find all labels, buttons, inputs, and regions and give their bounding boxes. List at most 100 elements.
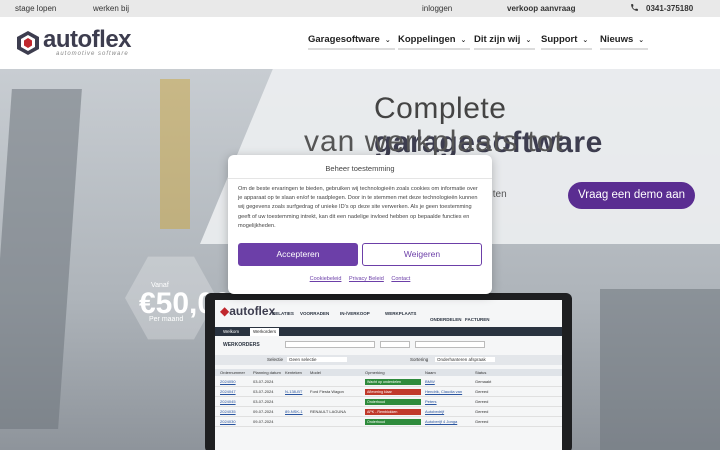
background-machinery — [0, 89, 82, 429]
link-verkoop-aanvraag[interactable]: verkoop aanvraag — [507, 4, 575, 13]
chevron-down-icon: ⌄ — [582, 37, 589, 44]
background-machinery — [600, 289, 720, 450]
app-cell-order: 2024050 — [220, 379, 236, 384]
site-header: autoflex automotive software Garagesoftw… — [0, 17, 720, 69]
app-cell-order: 2024047 — [220, 389, 236, 394]
nav-underline — [308, 48, 395, 50]
consent-links: Cookiebeleid Privacy Beleid Contact — [228, 276, 492, 282]
nav-dit-zijn-wij[interactable]: Dit zijn wij ⌄ — [474, 34, 536, 50]
app-cell-model: Ford Fiesta Wagon — [310, 389, 344, 394]
link-privacy-beleid[interactable]: Privacy Beleid — [349, 276, 384, 282]
app-table-row: 2024035 09-07-2024 89-NSK-1 RENAULT LAGUNA A… — [215, 408, 562, 417]
app-sort-label: Sortering — [410, 357, 429, 362]
cookie-consent-dialog: Beheer toestemming Om de beste ervaringe… — [228, 155, 492, 294]
app-tabs: Welkom Werkorders — [215, 327, 562, 336]
app-title: WERKORDERS — [223, 342, 260, 348]
app-col: Status — [475, 370, 487, 375]
app-filter-label: Selectie — [267, 357, 284, 362]
app-cell-order: 2024030 — [220, 419, 236, 424]
app-table-header: Ordernummer Planning datum Kenteken Mode… — [215, 369, 562, 376]
app-cell-date: 09-07-2024 — [253, 419, 274, 424]
app-cell-model: RENAULT LAGUNA — [310, 409, 346, 414]
nav-label: Support — [541, 34, 578, 45]
request-demo-button[interactable]: Vraag een demo aan — [568, 182, 695, 209]
nav-nieuws[interactable]: Nieuws ⌄ — [600, 34, 649, 50]
nav-label: Nieuws — [600, 34, 634, 45]
logo-mark-icon — [17, 31, 39, 55]
link-stage-lopen[interactable]: stage lopen — [15, 4, 56, 13]
app-screenshot: ◆autoflex RELATIES VOORRADEN IN-/VERKOOP… — [215, 300, 562, 450]
link-inloggen[interactable]: inloggen — [422, 4, 452, 13]
app-col: Opmerking — [365, 370, 385, 375]
autoflex-logo[interactable]: autoflex automotive software — [15, 26, 135, 59]
nav-underline — [474, 48, 536, 50]
app-menu-item: VOORRADEN — [300, 311, 330, 316]
app-search-row: WERKORDERS — [215, 340, 562, 350]
app-cell-order: 2024045 — [220, 399, 236, 404]
app-menu-item: IN-/VERKOOP — [340, 311, 370, 316]
nav-koppelingen[interactable]: Koppelingen ⌄ — [398, 34, 471, 50]
app-col: Naam — [425, 370, 436, 375]
app-cell-name: Hendrik, Claudia van — [425, 389, 463, 394]
chevron-down-icon: ⌄ — [384, 37, 391, 44]
nav-underline — [398, 48, 471, 50]
app-logo: ◆autoflex — [220, 304, 276, 318]
app-tab: Werkorders — [250, 328, 280, 336]
nav-underline — [541, 48, 593, 50]
app-search-box — [285, 341, 375, 348]
link-cookiebeleid[interactable]: Cookiebeleid — [310, 276, 342, 282]
logo-wordmark: autoflex — [43, 26, 132, 53]
nav-support[interactable]: Support ⌄ — [541, 34, 593, 50]
logo-tagline: automotive software — [56, 51, 129, 57]
app-col: Planning datum — [253, 370, 281, 375]
app-col: Model — [310, 370, 321, 375]
headline-light: Complete — [374, 92, 507, 125]
app-table-row: 2024047 03-07-2024 N-138-BT Ford Fiesta Wag… — [215, 388, 562, 397]
app-cell-status: Gereed — [475, 399, 489, 404]
app-note-badge: Onderhoud — [365, 399, 421, 405]
app-menu-item: ONDERDELEN — [430, 317, 462, 322]
app-table-row: 2024030 09-07-2024 Autoberijf 4 Jonga Geree… — [215, 418, 562, 427]
app-filter-value: Geen selectie — [287, 357, 347, 362]
app-cell-status: Gereed — [475, 409, 489, 414]
app-cell-plate: 89-NSK-1 — [285, 409, 303, 414]
app-cell-date: 09-07-2024 — [253, 409, 274, 414]
chevron-down-icon: ⌄ — [460, 37, 467, 44]
app-cell-date: 03-07-2024 — [253, 399, 274, 404]
app-cell-status: Gemaakt — [475, 379, 492, 384]
app-search-box — [380, 341, 410, 348]
app-col: Ordernummer — [220, 370, 245, 375]
app-search-box — [415, 341, 485, 348]
app-note-badge: APK - Remblokken — [365, 409, 421, 415]
app-filter-row: Selectie Geen selectie Sortering Onderha… — [215, 355, 562, 365]
laptop-mockup: ◆autoflex RELATIES VOORRADEN IN-/VERKOOP… — [205, 293, 572, 450]
phone-number[interactable]: 0341-375180 — [646, 4, 693, 13]
app-cell-order: 2024035 — [220, 409, 236, 414]
top-bar: stage lopen werken bij inloggen verkoop … — [0, 0, 720, 17]
consent-body: Om de beste ervaringen te bieden, gebrui… — [238, 186, 478, 229]
app-note-badge: Onderhoud — [365, 419, 421, 425]
app-cell-status: Gereed — [475, 389, 489, 394]
app-cell-date: 03-07-2024 — [253, 389, 274, 394]
consent-title: Beheer toestemming — [325, 164, 395, 173]
app-cell-status: Gereed — [475, 419, 489, 424]
app-menu-item: RELATIES — [272, 311, 294, 316]
phone-icon — [631, 4, 638, 11]
app-note-badge: Aflevering klaar — [365, 389, 421, 395]
link-contact[interactable]: Contact — [391, 276, 410, 282]
accept-button[interactable]: Accepteren — [238, 243, 358, 266]
app-cell-name: Autoberijf 4 Jonga — [425, 419, 458, 424]
app-tab: Welkom — [223, 329, 240, 334]
divider — [228, 178, 492, 179]
app-sort-value: Onderhanteren afspraak — [435, 357, 495, 362]
chevron-down-icon: ⌄ — [525, 37, 532, 44]
price-period: Per maand — [149, 316, 184, 323]
decline-button[interactable]: Weigeren — [362, 243, 482, 266]
link-werken-bij[interactable]: werken bij — [93, 4, 129, 13]
nav-label: Koppelingen — [398, 34, 456, 45]
nav-underline — [600, 48, 649, 50]
nav-garagesoftware[interactable]: Garagesoftware ⌄ — [308, 34, 395, 50]
app-cell-name: BMW — [425, 379, 435, 384]
app-cell-date: 03-07-2024 — [253, 379, 274, 384]
app-cell-name: Autobedrijf — [425, 409, 445, 414]
